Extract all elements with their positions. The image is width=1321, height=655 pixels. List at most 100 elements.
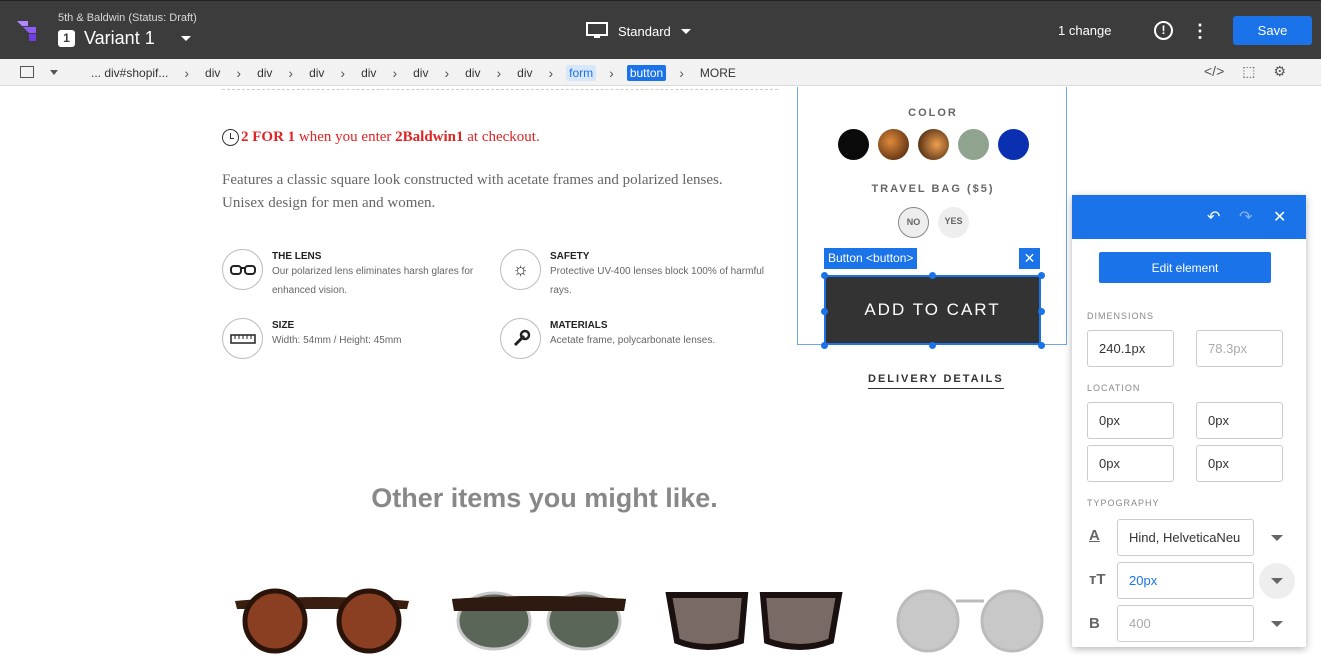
feature-text: Protective UV-400 lenses block 100% of h… — [550, 266, 764, 296]
product-thumbnail-sunglasses[interactable] — [890, 587, 1050, 655]
more-options-icon[interactable]: ⋮ — [1191, 21, 1209, 41]
breadcrumb-item[interactable]: div — [410, 65, 431, 81]
breadcrumb-item[interactable]: ... div#shopif... — [88, 65, 171, 81]
breadcrumb-separator-icon: › — [340, 64, 346, 81]
breadcrumb-separator-icon: › — [392, 64, 398, 81]
chevron-down-icon — [680, 28, 691, 34]
height-input[interactable]: 78.3px — [1196, 330, 1283, 367]
info-icon[interactable]: ! — [1154, 21, 1173, 40]
code-icon[interactable]: </> — [1204, 63, 1224, 80]
chevron-down-icon[interactable] — [50, 70, 58, 75]
breadcrumb-item[interactable]: div — [462, 65, 483, 81]
breadcrumb-separator-icon: › — [444, 64, 450, 81]
resize-handle[interactable] — [821, 308, 828, 315]
close-icon[interactable]: ✕ — [1019, 248, 1040, 269]
breadcrumb-separator-icon: › — [184, 64, 190, 81]
travel-bag-no-option[interactable]: NO — [898, 207, 929, 238]
color-swatch[interactable] — [998, 129, 1029, 160]
product-thumbnail-sunglasses[interactable] — [233, 587, 411, 655]
font-size-select[interactable]: 20px — [1117, 562, 1254, 599]
font-weight-select[interactable]: 400 — [1117, 605, 1254, 642]
promo-text: 2 FOR 1 when you enter 2Baldwin1 at chec… — [222, 129, 540, 146]
location-top-input[interactable]: 0px — [1087, 402, 1174, 439]
feature-materials: MATERIALS Acetate frame, polycarbonate l… — [500, 318, 766, 359]
recommendations-title: Other items you might like. — [371, 483, 718, 513]
location-right-input[interactable]: 0px — [1196, 402, 1283, 439]
location-bottom-input[interactable]: 0px — [1087, 445, 1174, 482]
breadcrumb-item[interactable]: div — [358, 65, 379, 81]
color-swatch[interactable] — [918, 129, 949, 160]
resize-handle[interactable] — [1038, 342, 1045, 349]
monitor-icon — [586, 22, 608, 38]
resize-handle[interactable] — [929, 342, 936, 349]
promo-end: at checkout. — [463, 129, 540, 145]
variant-dropdown-icon[interactable] — [181, 36, 191, 41]
device-label: Standard — [618, 23, 671, 39]
ruler-icon — [222, 318, 263, 359]
travel-bag-yes-option[interactable]: YES — [938, 207, 969, 238]
breadcrumb-separator-icon: › — [548, 64, 554, 81]
location-label: LOCATION — [1087, 383, 1141, 393]
breadcrumb-separator-icon: › — [679, 64, 684, 81]
typography-label: TYPOGRAPHY — [1087, 498, 1160, 508]
sun-icon: ☼ — [500, 249, 541, 290]
device-selector[interactable]: Standard — [586, 20, 691, 42]
variant-selector[interactable]: Variant 1 — [84, 28, 155, 49]
location-left-input[interactable]: 0px — [1196, 445, 1283, 482]
divider — [222, 89, 778, 90]
close-icon[interactable]: ✕ — [1273, 207, 1286, 227]
breadcrumb-item-form[interactable]: form — [566, 64, 597, 81]
resize-handle[interactable] — [1038, 308, 1045, 315]
save-button[interactable]: Save — [1233, 16, 1312, 45]
color-swatches — [838, 129, 1029, 160]
resize-handle[interactable] — [821, 342, 828, 349]
selected-element-tag: Button <button> — [824, 248, 918, 269]
edit-element-button[interactable]: Edit element — [1099, 252, 1271, 283]
resize-handle[interactable] — [1038, 272, 1045, 279]
resize-handle[interactable] — [821, 272, 828, 279]
breadcrumb-trail: ... div#shopif... › div › div › div › di… — [88, 63, 739, 82]
breadcrumb-item[interactable]: div — [254, 65, 275, 81]
breadcrumb-separator-icon: › — [496, 64, 502, 81]
feature-text: Width: 54mm / Height: 45mm — [272, 335, 402, 346]
breadcrumb: ... div#shopif... › div › div › div › di… — [0, 59, 1321, 86]
gear-icon[interactable]: ⚙ — [1273, 63, 1286, 80]
resize-handle[interactable] — [929, 272, 936, 279]
color-swatch[interactable] — [958, 129, 989, 160]
travel-bag-label: TRAVEL BAG ($5) — [871, 183, 995, 195]
color-swatch[interactable] — [838, 129, 869, 160]
feature-size: SIZE Width: 54mm / Height: 45mm — [222, 318, 488, 359]
undo-icon[interactable]: ↶ — [1207, 207, 1220, 227]
font-weight-icon: B — [1089, 615, 1100, 632]
breadcrumb-item[interactable]: div — [514, 65, 535, 81]
chevron-down-icon[interactable] — [1271, 578, 1283, 584]
delivery-details-link[interactable]: DELIVERY DETAILS — [868, 373, 1004, 389]
add-to-cart-button[interactable]: ADD TO CART — [824, 275, 1041, 345]
app-logo-icon — [17, 21, 36, 41]
interactive-mode-icon[interactable]: ⬚ — [1242, 63, 1255, 80]
feature-title: SIZE — [272, 320, 295, 331]
breadcrumb-item[interactable]: div — [306, 65, 327, 81]
redo-icon[interactable]: ↷ — [1239, 207, 1252, 227]
width-input[interactable]: 240.1px — [1087, 330, 1174, 367]
font-size-icon: тT — [1089, 571, 1106, 588]
variant-number-badge: 1 — [58, 30, 75, 47]
font-family-select[interactable]: Hind, HelveticaNeu — [1117, 519, 1254, 556]
breadcrumb-item-button[interactable]: button — [626, 64, 667, 81]
product-description: Features a classic square look construct… — [222, 172, 723, 211]
color-swatch[interactable] — [878, 129, 909, 160]
product-thumbnail-sunglasses[interactable] — [665, 587, 843, 655]
font-family-icon: A — [1089, 527, 1100, 544]
product-thumbnail-sunglasses[interactable] — [450, 587, 628, 655]
promo-code: 2Baldwin1 — [395, 129, 464, 145]
breadcrumb-separator-icon: › — [288, 64, 294, 81]
clock-icon — [222, 129, 239, 146]
breadcrumb-more[interactable]: MORE — [697, 65, 739, 81]
chevron-down-icon[interactable] — [1271, 535, 1283, 541]
color-label: COLOR — [908, 107, 958, 119]
select-element-icon[interactable] — [20, 66, 34, 78]
chevron-down-icon[interactable] — [1271, 621, 1283, 627]
breadcrumb-separator-icon: › — [609, 64, 614, 81]
breadcrumb-item[interactable]: div — [202, 65, 223, 81]
changes-count[interactable]: 1 change — [1058, 23, 1112, 38]
